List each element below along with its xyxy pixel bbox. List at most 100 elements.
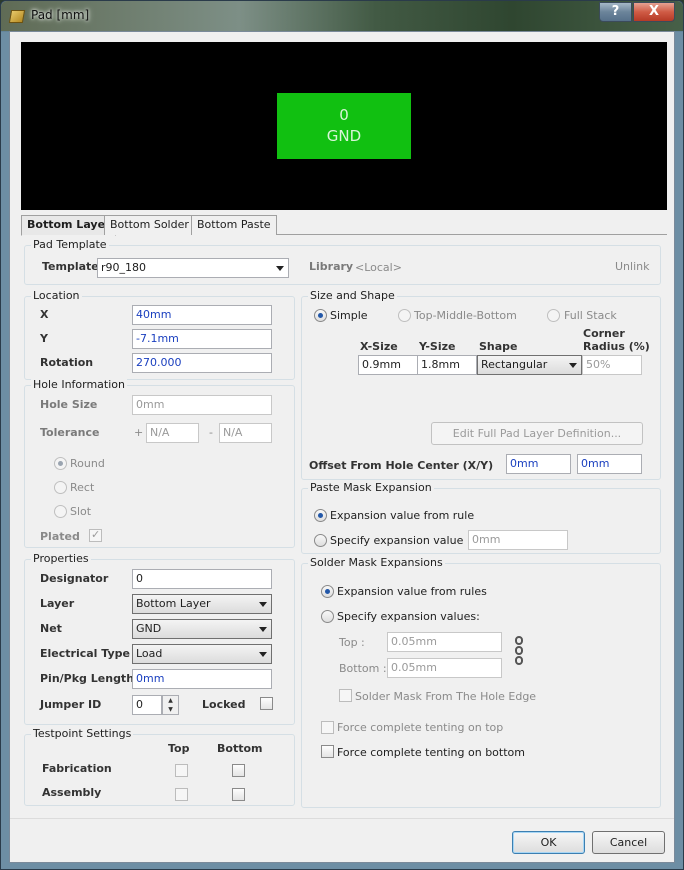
net-select[interactable]: GND xyxy=(132,619,272,639)
pin-pkg-length-input[interactable]: 0mm xyxy=(132,669,272,689)
pin-pkg-length-label: Pin/Pkg Length xyxy=(40,672,135,685)
shape-header: Shape xyxy=(479,340,518,353)
template-select[interactable]: r90_180 xyxy=(97,258,289,278)
tab-bottom-solder[interactable]: Bottom Solder xyxy=(104,215,195,235)
tent-bottom-checkbox[interactable] xyxy=(321,745,334,758)
plus-sign: + xyxy=(134,426,144,439)
tolerance-minus-input[interactable]: N/A xyxy=(219,423,272,443)
chevron-down-icon xyxy=(259,652,267,657)
layer-label: Layer xyxy=(40,597,75,610)
offset-y-input[interactable]: 0mm xyxy=(577,454,642,474)
y-input[interactable]: -7.1mm xyxy=(132,329,272,349)
shape-value: Rectangular xyxy=(481,358,548,371)
edit-full-pad-layer-button[interactable]: Edit Full Pad Layer Definition... xyxy=(431,422,643,445)
rotation-input[interactable]: 270.000 xyxy=(132,353,272,373)
tmb-label: Top-Middle-Bottom xyxy=(414,309,517,322)
testpoint-top-header: Top xyxy=(168,742,190,755)
fabrication-bottom-checkbox[interactable] xyxy=(232,764,245,777)
solder-top-label: Top : xyxy=(339,636,365,649)
x-size-input[interactable]: 0.9mm xyxy=(358,355,418,375)
jumper-id-input[interactable]: 0 xyxy=(132,695,162,715)
corner-radius-input[interactable]: 50% xyxy=(582,355,642,375)
hole-info-group: Hole Information Hole Size 0mm Tolerance… xyxy=(24,378,295,548)
simple-radio[interactable] xyxy=(314,309,327,322)
designator-input[interactable]: 0 xyxy=(132,569,272,589)
tolerance-plus-input[interactable]: N/A xyxy=(146,423,199,443)
y-size-header: Y-Size xyxy=(419,340,456,353)
hole-size-label: Hole Size xyxy=(40,398,98,411)
tolerance-label: Tolerance xyxy=(40,426,100,439)
unlink-button[interactable]: Unlink xyxy=(615,260,649,273)
size-shape-group: Size and Shape Simple Top-Middle-Bottom … xyxy=(301,289,661,480)
help-button[interactable]: ? xyxy=(599,2,632,22)
chevron-down-icon xyxy=(569,363,577,368)
tent-top-checkbox[interactable] xyxy=(321,721,334,734)
spin-up-icon[interactable]: ▲ xyxy=(163,696,178,705)
tent-bottom-label: Force complete tenting on bottom xyxy=(337,746,525,759)
full-stack-label: Full Stack xyxy=(564,309,617,322)
plated-label: Plated xyxy=(40,530,80,543)
rect-radio[interactable] xyxy=(54,481,67,494)
solder-specify-radio[interactable] xyxy=(321,610,334,623)
x-input[interactable]: 40mm xyxy=(132,305,272,325)
chevron-down-icon xyxy=(259,627,267,632)
tab-bottom-layer[interactable]: Bottom Layer xyxy=(21,215,117,236)
location-group: Location X 40mm Y -7.1mm Rotation 270.00… xyxy=(24,289,295,380)
chain-link-icon[interactable] xyxy=(514,636,524,678)
ok-button[interactable]: OK xyxy=(512,831,585,854)
plated-checkbox[interactable] xyxy=(89,528,102,542)
pad-preview: 0 GND xyxy=(21,42,667,210)
paste-from-rule-radio[interactable] xyxy=(314,509,327,522)
x-label: X xyxy=(40,308,49,321)
solder-top-input[interactable]: 0.05mm xyxy=(387,632,502,652)
window-title: Pad [mm] xyxy=(31,8,90,22)
y-size-input[interactable]: 1.8mm xyxy=(417,355,477,375)
cancel-button[interactable]: Cancel xyxy=(592,831,665,854)
pad-number: 0 xyxy=(339,106,349,124)
template-label: Template xyxy=(42,260,99,273)
corner-header-line1: Corner xyxy=(583,327,625,340)
full-stack-radio[interactable] xyxy=(547,309,560,322)
solder-bottom-input[interactable]: 0.05mm xyxy=(387,658,502,678)
paste-value-input[interactable]: 0mm xyxy=(468,530,568,550)
paste-mask-group: Paste Mask Expansion Expansion value fro… xyxy=(301,481,661,554)
assembly-top-checkbox[interactable] xyxy=(175,788,188,801)
locked-checkbox[interactable] xyxy=(260,697,273,710)
hole-size-input[interactable]: 0mm xyxy=(132,395,272,415)
fabrication-label: Fabrication xyxy=(42,762,112,775)
pad-shape: 0 GND xyxy=(277,93,411,159)
tmb-radio[interactable] xyxy=(398,309,411,322)
shape-select[interactable]: Rectangular xyxy=(477,355,582,375)
pad-template-group: Pad Template Template r90_180 Library <L… xyxy=(24,238,661,285)
y-label: Y xyxy=(40,332,48,345)
layer-tabs: Bottom Layer Bottom Solder Bottom Paste xyxy=(21,215,667,236)
solder-from-rules-label: Expansion value from rules xyxy=(337,585,487,598)
paste-from-rule-label: Expansion value from rule xyxy=(330,509,475,522)
pad-app-icon xyxy=(8,10,26,23)
close-button[interactable]: X xyxy=(633,2,675,22)
round-label: Round xyxy=(70,457,105,470)
jumper-id-label: Jumper ID xyxy=(40,698,102,711)
solder-from-hole-checkbox[interactable] xyxy=(339,689,352,702)
size-shape-title: Size and Shape xyxy=(308,289,397,302)
testpoint-bottom-header: Bottom xyxy=(217,742,263,755)
round-radio[interactable] xyxy=(54,457,67,470)
solder-from-rules-radio[interactable] xyxy=(321,585,334,598)
electrical-type-select[interactable]: Load xyxy=(132,644,272,664)
paste-specify-radio[interactable] xyxy=(314,534,327,547)
chevron-down-icon xyxy=(276,266,284,271)
title-bar[interactable]: Pad [mm] ? X xyxy=(1,1,683,31)
assembly-bottom-checkbox[interactable] xyxy=(232,788,245,801)
dialog-window: Pad [mm] ? X 0 GND Bottom Layer Bottom S… xyxy=(0,0,684,870)
tab-bottom-paste[interactable]: Bottom Paste xyxy=(191,215,277,235)
jumper-id-spinner[interactable]: ▲ ▼ xyxy=(162,695,179,715)
slot-radio[interactable] xyxy=(54,505,67,518)
layer-select[interactable]: Bottom Layer xyxy=(132,594,272,614)
fabrication-top-checkbox[interactable] xyxy=(175,764,188,777)
offset-x-input[interactable]: 0mm xyxy=(506,454,571,474)
x-size-header: X-Size xyxy=(360,340,398,353)
solder-mask-title: Solder Mask Expansions xyxy=(308,556,445,569)
spin-down-icon[interactable]: ▼ xyxy=(163,705,178,714)
solder-specify-label: Specify expansion values: xyxy=(337,610,480,623)
slot-label: Slot xyxy=(70,505,92,518)
